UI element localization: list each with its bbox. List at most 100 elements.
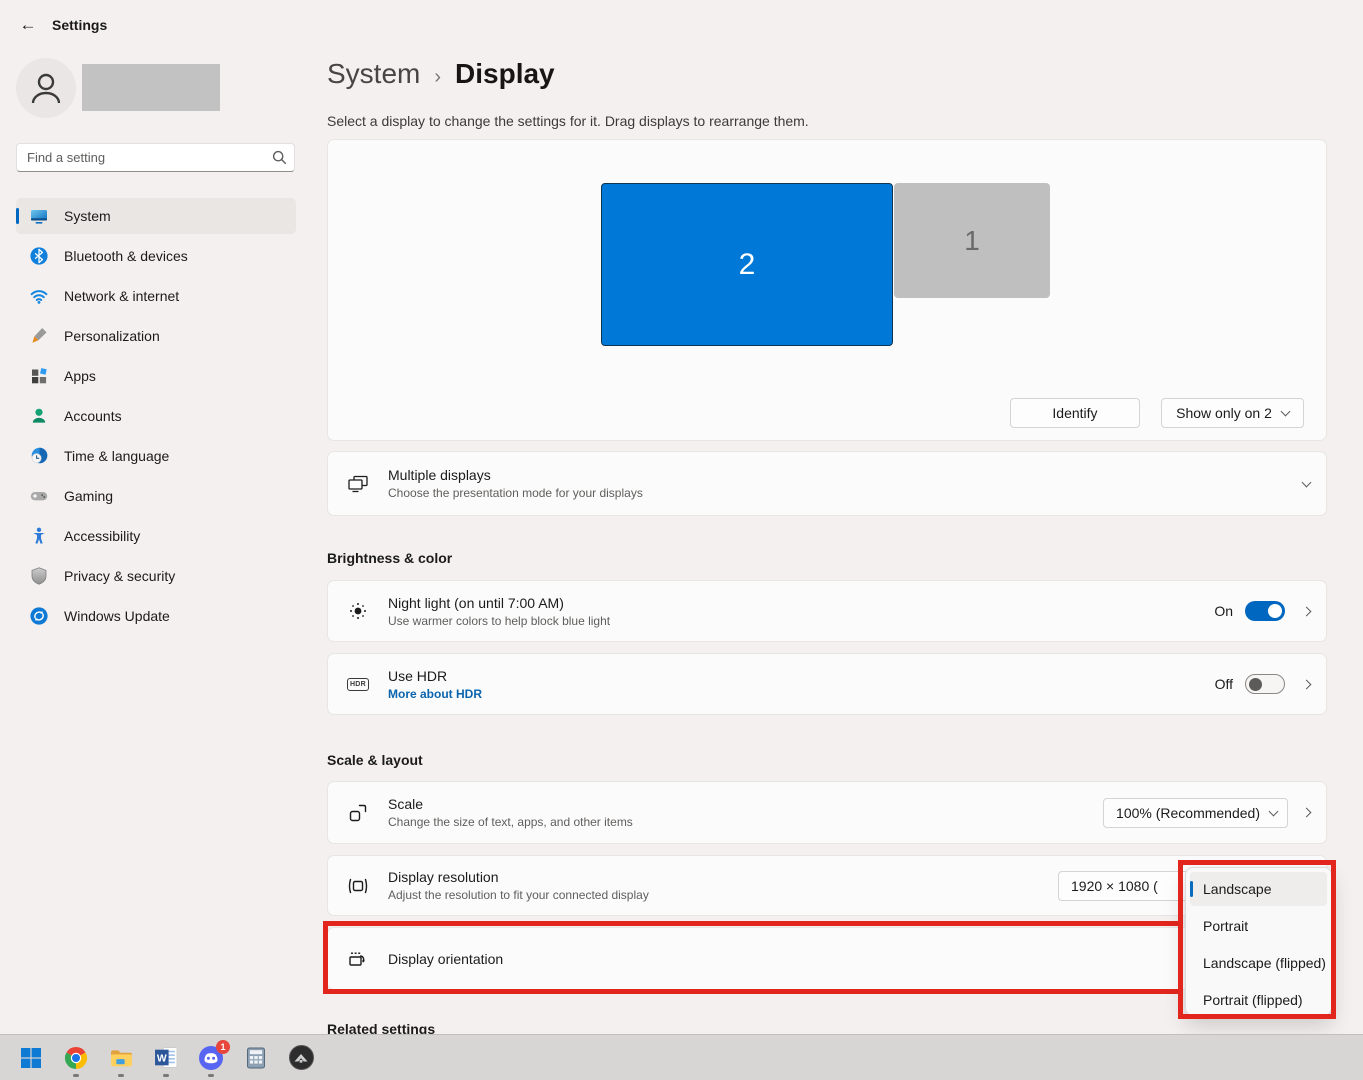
display-resolution-subtitle: Adjust the resolution to fit your connec…	[388, 888, 649, 902]
sidebar-item-bluetooth-devices[interactable]: Bluetooth & devices	[16, 238, 296, 274]
scale-dropdown[interactable]: 100% (Recommended)	[1103, 798, 1288, 828]
multiple-displays-icon	[346, 472, 370, 496]
use-hdr-row[interactable]: HDR Use HDR More about HDR Off	[327, 653, 1327, 715]
search-field-wrap	[16, 143, 295, 172]
multiple-displays-row[interactable]: Multiple displays Choose the presentatio…	[327, 451, 1327, 516]
start-button[interactable]	[18, 1045, 44, 1071]
search-icon[interactable]	[272, 150, 287, 165]
use-hdr-toggle[interactable]	[1245, 674, 1285, 694]
option-label: Portrait	[1203, 918, 1248, 934]
option-label: Portrait (flipped)	[1203, 992, 1303, 1008]
running-indicator	[208, 1074, 214, 1077]
page-title: Display	[455, 58, 555, 90]
orientation-option-portrait-flipped[interactable]: Portrait (flipped)	[1190, 983, 1327, 1017]
sidebar-item-system[interactable]: System	[16, 198, 296, 234]
night-light-icon	[346, 599, 370, 623]
use-hdr-title: Use HDR	[388, 668, 482, 684]
display-arrangement-card: 2 1 Identify Show only on 2	[327, 139, 1327, 441]
scale-icon	[346, 801, 370, 825]
world-of-tanks-button[interactable]	[288, 1045, 314, 1071]
resolution-value: 1920 × 1080 (	[1071, 878, 1158, 894]
orientation-option-landscape[interactable]: Landscape	[1190, 872, 1327, 906]
selected-accent-bar	[16, 208, 19, 224]
identify-button[interactable]: Identify	[1010, 398, 1140, 428]
monitor-icon	[29, 206, 49, 226]
display-resolution-row[interactable]: Display resolution Adjust the resolution…	[327, 855, 1327, 916]
show-only-dropdown[interactable]: Show only on 2	[1161, 398, 1304, 428]
sidebar-item-label: Personalization	[64, 328, 160, 344]
calculator-icon	[244, 1046, 268, 1070]
sidebar-item-time-language[interactable]: Time & language	[16, 438, 296, 474]
sidebar-item-gaming[interactable]: Gaming	[16, 478, 296, 514]
display-orientation-title: Display orientation	[388, 951, 503, 967]
running-indicator	[118, 1074, 124, 1077]
option-label: Landscape	[1203, 881, 1272, 897]
night-light-row[interactable]: Night light (on until 7:00 AM) Use warme…	[327, 580, 1327, 642]
expand-chevron-icon[interactable]	[1302, 477, 1312, 487]
identify-button-label: Identify	[1052, 405, 1097, 421]
display-orientation-row[interactable]: Display orientation	[327, 927, 1327, 990]
orientation-option-portrait[interactable]: Portrait	[1190, 909, 1327, 943]
person-outline-icon	[24, 66, 68, 110]
more-about-hdr-link[interactable]: More about HDR	[388, 687, 482, 701]
sidebar-item-label: Accessibility	[64, 528, 140, 544]
world-of-tanks-icon	[289, 1045, 314, 1070]
chrome-taskbar-button[interactable]	[63, 1045, 89, 1071]
update-arrows-icon	[29, 606, 49, 626]
show-only-label: Show only on 2	[1176, 405, 1272, 421]
word-button[interactable]: W	[153, 1045, 179, 1071]
toggle-knob	[1268, 604, 1282, 618]
sidebar-item-label: Windows Update	[64, 608, 170, 624]
calculator-button[interactable]	[243, 1045, 269, 1071]
back-button[interactable]: ←	[14, 12, 42, 38]
night-light-subtitle: Use warmer colors to help block blue lig…	[388, 614, 610, 628]
chrome-icon	[64, 1046, 88, 1070]
accessibility-person-icon	[29, 526, 49, 546]
option-label: Landscape (flipped)	[1203, 955, 1326, 971]
scale-value: 100% (Recommended)	[1116, 805, 1260, 821]
scale-subtitle: Change the size of text, apps, and other…	[388, 815, 633, 829]
search-input[interactable]	[16, 143, 295, 172]
sidebar-item-personalization[interactable]: Personalization	[16, 318, 296, 354]
sidebar-item-apps[interactable]: Apps	[16, 358, 296, 394]
sidebar-item-accounts[interactable]: Accounts	[16, 398, 296, 434]
night-light-title: Night light (on until 7:00 AM)	[388, 595, 610, 611]
chevron-right-icon[interactable]	[1302, 808, 1312, 818]
display-orientation-icon	[346, 947, 370, 971]
hdr-icon: HDR	[347, 678, 369, 691]
monitor-1[interactable]: 1	[894, 183, 1050, 298]
night-light-toggle[interactable]	[1245, 601, 1285, 621]
paintbrush-icon	[29, 326, 49, 346]
windows-logo-icon	[19, 1046, 43, 1070]
sidebar-item-label: Network & internet	[64, 288, 179, 304]
file-explorer-button[interactable]	[108, 1045, 134, 1071]
clock-globe-icon	[29, 446, 49, 466]
sidebar-item-windows-update[interactable]: Windows Update	[16, 598, 296, 634]
monitor-2[interactable]: 2	[601, 183, 893, 346]
sidebar-item-network-internet[interactable]: Network & internet	[16, 278, 296, 314]
monitor-2-label: 2	[739, 248, 756, 282]
sidebar-item-accessibility[interactable]: Accessibility	[16, 518, 296, 554]
display-resolution-icon	[346, 874, 370, 898]
notification-badge: 1	[216, 1040, 230, 1054]
page-description: Select a display to change the settings …	[327, 113, 809, 129]
breadcrumb-parent[interactable]: System	[327, 58, 420, 90]
breadcrumb-separator-icon: ›	[434, 66, 441, 89]
breadcrumb: System › Display	[327, 58, 555, 90]
settings-window: ← Settings System Blu	[0, 0, 1363, 1080]
apps-grid-icon	[29, 366, 49, 386]
wifi-icon	[29, 286, 49, 306]
bluetooth-icon	[29, 246, 49, 266]
orientation-option-landscape-flipped[interactable]: Landscape (flipped)	[1190, 946, 1327, 980]
scale-row[interactable]: Scale Change the size of text, apps, and…	[327, 781, 1327, 844]
avatar[interactable]	[16, 58, 76, 118]
section-brightness-color: Brightness & color	[327, 550, 452, 566]
sidebar-item-privacy-security[interactable]: Privacy & security	[16, 558, 296, 594]
discord-button[interactable]: 1	[198, 1045, 224, 1071]
sidebar-item-label: Time & language	[64, 448, 169, 464]
night-light-status: On	[1214, 603, 1233, 619]
multiple-displays-title: Multiple displays	[388, 467, 643, 483]
chevron-right-icon[interactable]	[1302, 606, 1312, 616]
folder-icon	[109, 1045, 134, 1070]
chevron-right-icon[interactable]	[1302, 679, 1312, 689]
